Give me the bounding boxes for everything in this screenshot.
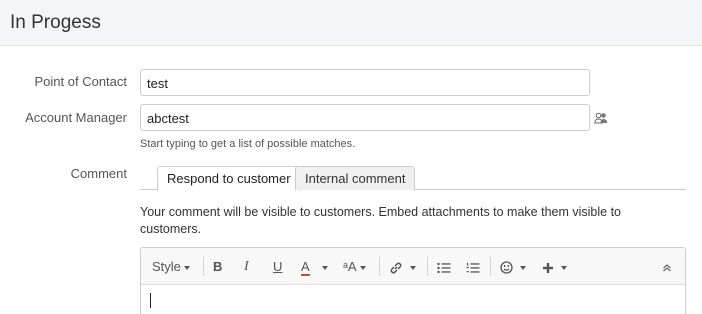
account-manager-label: Account Manager [25, 110, 127, 125]
text-color-button[interactable]: A [301, 248, 331, 285]
chevron-down-icon [519, 265, 526, 270]
italic-button[interactable]: I [244, 248, 249, 285]
comment-label: Comment [70, 166, 127, 181]
numbered-list-icon [466, 262, 480, 273]
page-header: In Progess [0, 0, 702, 46]
chevron-down-icon [359, 265, 366, 270]
bullet-list-button[interactable] [437, 248, 451, 285]
underline-button[interactable]: U [273, 248, 282, 285]
text-cursor [150, 293, 151, 308]
people-picker-icon[interactable] [594, 112, 608, 124]
toolbar-divider [427, 257, 428, 276]
toolbar-divider [379, 257, 380, 276]
account-manager-input[interactable]: abctest [140, 104, 590, 131]
chevron-down-icon [409, 265, 416, 270]
toolbar-divider [490, 257, 491, 276]
text-size-button[interactable]: ᵃA [343, 248, 366, 285]
emoticon-button[interactable] [500, 248, 526, 285]
editor-toolbar: Style B I U A ᵃA [141, 248, 685, 285]
link-button[interactable] [389, 248, 416, 285]
numbered-list-button[interactable] [466, 248, 480, 285]
insert-plus-icon [543, 262, 553, 273]
point-of-contact-input[interactable]: test [140, 69, 590, 96]
toolbar-divider [203, 257, 204, 276]
point-of-contact-label: Point of Contact [34, 74, 128, 89]
collapse-toolbar-icon [663, 263, 671, 272]
account-manager-hint: Start typing to get a list of possible m… [140, 138, 356, 150]
emoticon-icon [500, 261, 513, 274]
style-dropdown-label: Style [152, 259, 181, 274]
bold-button[interactable]: B [213, 248, 222, 285]
tab-internal-comment[interactable]: Internal comment [295, 166, 416, 190]
style-dropdown[interactable]: Style [152, 248, 190, 285]
chevron-down-icon [183, 265, 190, 270]
chevron-down-icon [322, 265, 329, 270]
collapse-toolbar-button[interactable] [662, 248, 672, 285]
bullet-list-icon [437, 262, 451, 273]
page-title: In Progess [10, 12, 101, 33]
visibility-notice: Your comment will be visible to customer… [140, 205, 621, 236]
insert-more-button[interactable] [542, 248, 567, 285]
tab-respond-to-customer[interactable]: Respond to customer [157, 166, 301, 191]
link-icon [390, 262, 402, 274]
text-size-glyph: ᵃA [343, 259, 357, 274]
chevron-down-icon [560, 265, 567, 270]
comment-tabs: Respond to customer Internal comment [140, 166, 686, 191]
text-color-glyph: A [301, 259, 310, 276]
comment-editor[interactable]: Style B I U A ᵃA [140, 247, 686, 314]
